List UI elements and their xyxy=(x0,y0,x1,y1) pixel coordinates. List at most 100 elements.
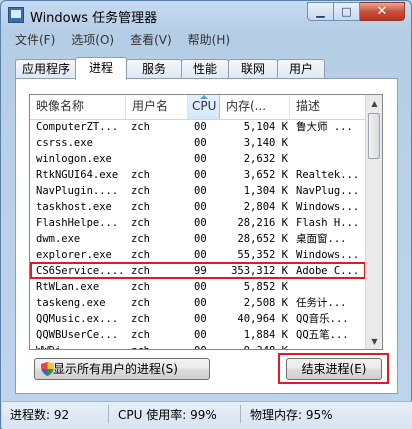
menu-options[interactable]: 选项(O) xyxy=(63,31,122,49)
cell-image-name: RtkNGUI64.exe xyxy=(36,169,119,181)
cell-memory: 40,964 K xyxy=(237,313,288,325)
column-image-name[interactable]: 映像名称 xyxy=(30,95,126,119)
cell-cpu: 00 xyxy=(194,185,207,197)
cell-cpu: 00 xyxy=(194,281,207,293)
cell-memory: 3,140 K xyxy=(243,137,288,149)
cell-description: 桌面窗... xyxy=(296,233,347,245)
table-row[interactable]: QQMusic.ex... zch 00 40,964 K QQ音乐... xyxy=(30,311,366,327)
cell-cpu: 00 xyxy=(194,249,207,261)
cell-description: QQ音乐... xyxy=(296,313,349,325)
cell-user-name xyxy=(131,135,189,151)
tab-performance[interactable]: 性能 xyxy=(181,59,229,79)
table-row[interactable]: winlogon.exe 00 2,632 K xyxy=(30,151,366,167)
cell-user-name: zch xyxy=(131,281,150,293)
column-cpu[interactable]: CPU xyxy=(188,95,220,119)
cell-image-name: WWDi... xyxy=(36,343,126,349)
table-row[interactable]: taskeng.exe zch 00 2,508 K 任务计... xyxy=(30,295,366,311)
window-title: Windows 任务管理器 xyxy=(30,11,158,26)
column-description[interactable]: 描述 xyxy=(290,95,366,119)
cell-user-name: zch xyxy=(131,169,150,181)
cell-cpu: 00 xyxy=(194,329,207,341)
task-manager-window: Windows 任务管理器 ▁ □ ✕ 文件(F) 选项(O) 查看(V) 帮助… xyxy=(0,0,412,429)
table-row[interactable]: QQWBUserCe... zch 00 1,884 K QQ五笔... xyxy=(30,327,366,343)
table-row-highlighted[interactable]: CS6Service.... zch 99 353,312 K Adobe C... xyxy=(30,263,366,279)
table-row[interactable]: RtWLan.exe zch 00 5,852 K xyxy=(30,279,366,295)
menu-help[interactable]: 帮助(H) xyxy=(180,31,238,49)
cell-memory: 353,312 K xyxy=(231,265,288,277)
cell-user-name xyxy=(131,151,189,167)
menu-file[interactable]: 文件(F) xyxy=(7,31,63,49)
cell-image-name: dwm.exe xyxy=(36,233,81,245)
cell-cpu: 00 xyxy=(194,343,220,349)
menu-view[interactable]: 查看(V) xyxy=(122,31,180,49)
cell-image-name: FlashHelpe... xyxy=(36,217,119,229)
status-bar: 进程数: 92 CPU 使用率: 99% 物理内存: 95% xyxy=(2,401,412,429)
minimize-button[interactable]: ▁ xyxy=(307,2,334,21)
cell-user-name: zch xyxy=(131,313,150,325)
table-row[interactable]: RtkNGUI64.exe zch 00 3,652 K Realtek... xyxy=(30,167,366,183)
table-row[interactable]: WWDi... zch 009,348 K... xyxy=(30,343,366,349)
maximize-button[interactable]: □ xyxy=(334,2,360,21)
cell-image-name: ComputerZT... xyxy=(36,121,119,133)
cell-cpu: 99 xyxy=(194,265,207,277)
process-list[interactable]: 映像名称 用户名 CPU 内存(... 描述 ComputerZT... zch 0… xyxy=(29,94,383,350)
cell-user-name: zch xyxy=(131,233,150,245)
table-row[interactable]: NavPlugin.... zch 00 1,304 K NavPlug... xyxy=(30,183,366,199)
tab-processes[interactable]: 进程 xyxy=(75,57,127,80)
cell-description: NavPlug... xyxy=(296,185,360,197)
column-cpu-label: CPU xyxy=(192,99,217,113)
tab-networking[interactable]: 联网 xyxy=(228,59,278,79)
cell-description xyxy=(296,151,364,167)
cell-description xyxy=(296,135,364,151)
scroll-up-icon[interactable]: ▲ xyxy=(367,95,382,111)
cell-image-name: winlogon.exe xyxy=(36,153,112,165)
cell-user-name: zch xyxy=(131,297,150,309)
cell-image-name: taskhost.exe xyxy=(36,201,112,213)
cell-image-name: RtWLan.exe xyxy=(36,281,100,293)
tab-applications[interactable]: 应用程序 xyxy=(15,59,77,79)
cell-description: Windows... xyxy=(296,201,360,213)
end-process-highlight-outline xyxy=(278,353,389,384)
cell-cpu: 00 xyxy=(194,201,207,213)
cell-description: Realtek... xyxy=(296,169,360,181)
cell-user-name: zch xyxy=(131,249,150,261)
column-user-name[interactable]: 用户名 xyxy=(126,95,188,119)
status-process-count: 进程数: 92 xyxy=(10,408,70,422)
cell-user-name: zch xyxy=(131,265,150,277)
status-cpu-usage: CPU 使用率: 99% xyxy=(118,408,217,422)
status-physical-memory: 物理内存: 95% xyxy=(250,408,333,422)
cell-cpu: 00 xyxy=(194,137,207,149)
cell-memory: 1,304 K xyxy=(243,185,288,197)
cell-image-name: CS6Service.... xyxy=(36,265,125,277)
cell-description: 任务计... xyxy=(296,297,347,309)
tab-services[interactable]: 服务 xyxy=(126,59,182,79)
cell-cpu: 00 xyxy=(194,121,207,133)
window-controls: ▁ □ ✕ xyxy=(307,2,405,21)
scroll-thumb[interactable] xyxy=(368,113,380,159)
cell-memory: 5,104 K xyxy=(243,121,288,133)
cell-cpu: 00 xyxy=(194,217,207,229)
cell-memory: 2,508 K xyxy=(243,297,288,309)
table-row[interactable]: dwm.exe zch 00 28,652 K 桌面窗... xyxy=(30,231,366,247)
scroll-down-icon[interactable]: ▼ xyxy=(367,333,382,349)
title-bar[interactable]: Windows 任务管理器 ▁ □ ✕ xyxy=(1,1,411,29)
table-row[interactable]: csrss.exe 00 3,140 K xyxy=(30,135,366,151)
cell-cpu: 00 xyxy=(194,153,207,165)
show-all-users-processes-button[interactable]: 显示所有用户的进程(S) xyxy=(34,358,210,380)
cell-memory: 28,652 K xyxy=(237,233,288,245)
menu-bar: 文件(F) 选项(O) 查看(V) 帮助(H) xyxy=(7,31,238,49)
table-row[interactable]: FlashHelpe... zch 00 28,216 K Flash H... xyxy=(30,215,366,231)
cell-image-name: QQMusic.ex... xyxy=(36,313,119,325)
status-separator xyxy=(240,405,241,423)
vertical-scrollbar[interactable]: ▲ ▼ xyxy=(365,95,382,349)
tab-users[interactable]: 用户 xyxy=(277,59,325,79)
list-header: 映像名称 用户名 CPU 内存(... 描述 xyxy=(30,95,366,120)
close-button[interactable]: ✕ xyxy=(360,2,405,21)
table-row[interactable]: ComputerZT... zch 00 5,104 K 鲁大师 ... xyxy=(30,119,366,135)
cell-memory: 5,852 K xyxy=(243,281,288,293)
cell-user-name: zch xyxy=(131,217,150,229)
column-memory[interactable]: 内存(... xyxy=(220,95,290,119)
cell-description: QQ五笔... xyxy=(296,329,349,341)
table-row[interactable]: explorer.exe zch 00 55,352 K Windows... xyxy=(30,247,366,263)
table-row[interactable]: taskhost.exe zch 00 2,804 K Windows... xyxy=(30,199,366,215)
